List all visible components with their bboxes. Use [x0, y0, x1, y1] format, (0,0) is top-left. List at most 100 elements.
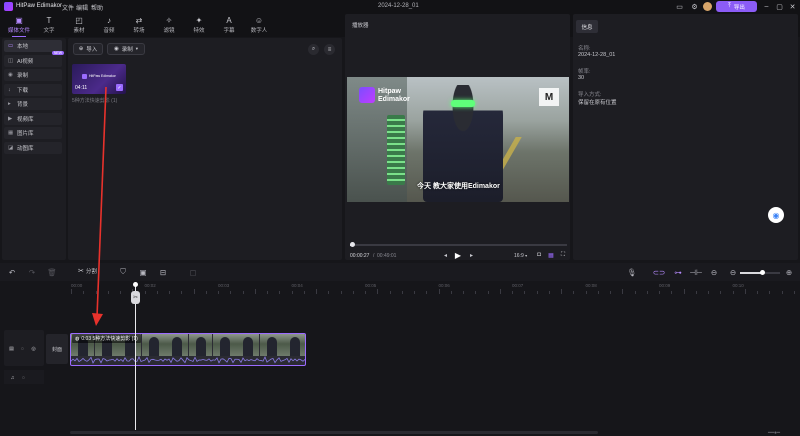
- info-tab[interactable]: 信息: [576, 20, 598, 33]
- ruler-tick-label: 00:05: [365, 283, 377, 288]
- audio-waveform: [71, 355, 305, 364]
- ruler-minor-tick: [536, 291, 538, 294]
- new-badge: NEW: [51, 50, 64, 55]
- sidebar-item-label: 图片库: [17, 131, 34, 137]
- tool-effects[interactable]: ✦ 特效: [184, 13, 214, 37]
- chevron-down-icon: ▾: [525, 253, 528, 258]
- playback-scrubber[interactable]: [350, 242, 355, 247]
- tool-label: 特效: [193, 28, 205, 34]
- record-button[interactable]: ◉ 录制 ▾: [107, 43, 145, 55]
- list-view-icon[interactable]: ≡: [324, 44, 335, 55]
- aspect-ratio-value: 16:9: [514, 253, 524, 259]
- message-icon[interactable]: ▭: [675, 2, 684, 11]
- sidebar-item-6[interactable]: ▦ 图片库: [4, 127, 62, 139]
- cover-button[interactable]: 封面: [46, 334, 68, 364]
- clip-type-icon: ◍: [75, 335, 80, 342]
- ruler-tick-label: 00:09: [659, 283, 671, 288]
- snapshot-icon[interactable]: ◘: [535, 251, 543, 259]
- tool-sticker[interactable]: ◰ 素材: [64, 13, 94, 37]
- playhead-handle[interactable]: ✂: [131, 291, 140, 304]
- menu-edit[interactable]: 编辑: [76, 3, 88, 12]
- sidebar-icon: ◪: [8, 144, 14, 151]
- ruler-minor-tick: [671, 291, 673, 294]
- text-icon: T: [46, 16, 52, 25]
- sidebar-item-4[interactable]: ▸ 背景: [4, 98, 62, 110]
- preview-axis-icon[interactable]: ⊣⊢: [689, 266, 702, 278]
- delete-icon[interactable]: 🗑: [46, 266, 58, 278]
- ruler-minor-tick: [487, 291, 489, 294]
- audio-mute-icon[interactable]: ◌: [20, 374, 27, 381]
- audio-track-icon[interactable]: ♫: [9, 374, 16, 381]
- chain-icon[interactable]: ⊖: [708, 266, 720, 278]
- import-button[interactable]: ⊕ 导入: [73, 43, 103, 55]
- tool-music[interactable]: ♪ 音频: [94, 13, 124, 37]
- menu-help[interactable]: 帮助: [91, 3, 103, 12]
- ruler-minor-tick: [463, 291, 464, 294]
- record-label: 录制: [121, 47, 133, 53]
- sticker-icon: ◰: [75, 16, 83, 25]
- next-frame-icon[interactable]: ▸: [467, 251, 476, 260]
- sidebar-item-5[interactable]: ▶ 视频库: [4, 112, 62, 125]
- aspect-ratio-select[interactable]: 16:9 ▾: [514, 253, 527, 259]
- tool-avatar[interactable]: ☺ 数字人: [244, 13, 274, 37]
- search-icon[interactable]: ⌕: [308, 44, 319, 55]
- tool-text[interactable]: T 文字: [34, 13, 64, 37]
- sidebar-item-7[interactable]: ◪ 动图库: [4, 141, 62, 154]
- sidebar-item-2[interactable]: ◉ 录制: [4, 69, 62, 81]
- tool-folder[interactable]: ▣ 媒体文件: [4, 13, 34, 37]
- text-box-icon[interactable]: ▣: [137, 266, 149, 278]
- clip-frame-thumbnail: [189, 334, 212, 356]
- playback-progress-bar[interactable]: [350, 244, 567, 246]
- minimize-icon[interactable]: –: [762, 2, 771, 11]
- maximize-icon[interactable]: ▢: [775, 2, 784, 11]
- ruler-minor-tick: [426, 291, 428, 294]
- ruler-minor-tick: [205, 291, 207, 294]
- settings-icon[interactable]: ⚙: [690, 2, 699, 11]
- sidebar-item-1[interactable]: ◫ AI视频 NEW: [4, 50, 64, 67]
- ruler-minor-tick: [218, 291, 219, 294]
- tool-filter[interactable]: ✧ 滤镜: [154, 13, 184, 37]
- fullscreen-icon[interactable]: ⛶: [559, 251, 567, 259]
- mute-icon[interactable]: ◌: [19, 345, 26, 352]
- zoom-in-icon[interactable]: ⊕: [783, 266, 795, 278]
- link-icon[interactable]: ⊶: [672, 266, 684, 278]
- previous-frame-icon[interactable]: ◂: [441, 251, 450, 260]
- crop-icon[interactable]: ⊟: [157, 266, 169, 278]
- ruler-minor-tick: [120, 291, 121, 294]
- music-icon: ♪: [107, 16, 111, 25]
- ruler-minor-tick: [548, 291, 550, 294]
- quality-icon[interactable]: ▦: [547, 251, 555, 259]
- info-fps-value: 30: [578, 75, 585, 81]
- avatar[interactable]: [703, 2, 712, 11]
- magnet-icon[interactable]: ⊂⊃: [653, 266, 666, 278]
- zoom-slider-knob[interactable]: [760, 270, 765, 275]
- timeline-scrollbar[interactable]: [70, 431, 598, 434]
- export-button[interactable]: ⤒ 导出: [716, 1, 757, 12]
- ruler-minor-tick: [401, 291, 403, 294]
- visibility-icon[interactable]: ◎: [30, 345, 37, 352]
- zoom-out-icon[interactable]: ⊖: [727, 266, 739, 278]
- menu-file[interactable]: 文件: [62, 3, 74, 12]
- undo-icon[interactable]: ↶: [6, 266, 18, 278]
- clip-frame-figure: [266, 337, 277, 356]
- lock-icon[interactable]: ▤: [8, 345, 15, 352]
- plus-icon: ⊕: [78, 46, 84, 52]
- assistant-float-icon[interactable]: ◉: [768, 207, 784, 223]
- tool-transition[interactable]: ⇄ 转场: [124, 13, 154, 37]
- playhead-top[interactable]: [133, 282, 138, 287]
- microphone-icon[interactable]: 🎙: [626, 266, 638, 278]
- chevron-down-icon: ▾: [135, 46, 139, 51]
- tool-subtitle[interactable]: A 字幕: [214, 13, 244, 37]
- play-icon[interactable]: ▶: [453, 250, 463, 260]
- clip-frame-thumbnail: [236, 334, 260, 356]
- close-icon[interactable]: ✕: [788, 2, 797, 11]
- redo-icon[interactable]: ↷: [26, 266, 38, 278]
- tool-label: 数字人: [250, 28, 268, 34]
- effects-icon: ✦: [195, 16, 203, 25]
- ruler-tick-label: 00:08: [585, 283, 597, 288]
- export-icon: ⤒: [728, 3, 731, 9]
- freeze-icon[interactable]: ▢: [187, 266, 199, 278]
- sidebar-item-3[interactable]: ↓ 下载: [4, 83, 62, 96]
- ruler-minor-tick: [83, 291, 85, 294]
- app-title: HitPaw Edimakor: [16, 3, 63, 9]
